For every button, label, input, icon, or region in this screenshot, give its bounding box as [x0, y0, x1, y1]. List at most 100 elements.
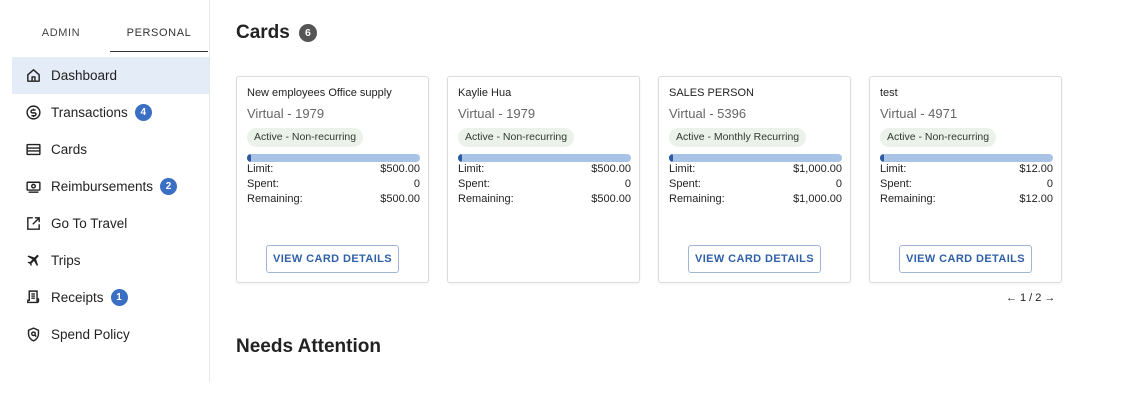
limit-value: $500.00: [591, 163, 631, 175]
airplane-icon: [24, 252, 42, 270]
view-card-details-button[interactable]: VIEW CARD DETAILS: [266, 245, 399, 273]
sidebar-item-label: Cards: [51, 142, 88, 157]
page-indicator: 1 / 2: [1020, 292, 1042, 304]
card-name: New employees Office supply: [247, 87, 392, 99]
shield-icon: [24, 326, 42, 344]
card-tile: test Virtual - 4971 Active - Non-recurri…: [869, 76, 1062, 283]
dollar-circle-icon: [24, 104, 42, 122]
spent-value: 0: [1046, 178, 1053, 190]
limit-label: Limit:: [247, 163, 274, 175]
remaining-label: Remaining:: [247, 193, 303, 205]
status-badge: Active - Non-recurring: [458, 128, 575, 147]
remaining-row: Remaining: $1,000.00: [669, 192, 842, 207]
receipt-icon: [24, 289, 42, 307]
role-tabs: ADMIN PERSONAL: [12, 14, 208, 52]
spend-progress-fill: [669, 154, 673, 162]
remaining-label: Remaining:: [669, 193, 725, 205]
card-type: Virtual - 1979: [247, 106, 325, 121]
sidebar: ADMIN PERSONAL Dashboard Transactions 4 …: [0, 0, 210, 382]
status-badge: Active - Monthly Recurring: [669, 128, 807, 147]
card-name: SALES PERSON: [669, 87, 754, 99]
spend-progress-bar: [669, 154, 842, 162]
spend-progress-fill: [247, 154, 251, 162]
limit-value: $500.00: [380, 163, 420, 175]
sidebar-item-label: Go To Travel: [51, 216, 128, 231]
sidebar-item-dashboard[interactable]: Dashboard: [12, 57, 209, 94]
next-page-button[interactable]: →: [1044, 292, 1055, 304]
sidebar-item-cards[interactable]: Cards: [12, 131, 209, 168]
limit-label: Limit:: [669, 163, 696, 175]
remaining-row: Remaining: $12.00: [880, 192, 1053, 207]
cards-list: New employees Office supply Virtual - 19…: [236, 76, 1062, 283]
card-tile: SALES PERSON Virtual - 5396 Active - Mon…: [658, 76, 851, 283]
cards-count-badge: 6: [298, 24, 317, 42]
limit-row: Limit: $500.00: [458, 162, 631, 177]
sidebar-item-reimbursements[interactable]: Reimbursements 2: [12, 168, 209, 205]
sidebar-item-receipts[interactable]: Receipts 1: [12, 279, 209, 316]
remaining-value: $1,000.00: [793, 193, 842, 205]
spent-label: Spent:: [880, 178, 912, 190]
spent-label: Spent:: [458, 178, 490, 190]
limit-value: $12.00: [1019, 163, 1053, 175]
transactions-count-badge: 4: [134, 104, 152, 121]
tab-personal[interactable]: PERSONAL: [110, 14, 208, 52]
spent-value: 0: [835, 178, 842, 190]
remaining-value: $500.00: [591, 193, 631, 205]
card-name: test: [880, 87, 898, 99]
needs-attention-heading: Needs Attention: [236, 336, 381, 357]
view-card-details-button[interactable]: VIEW CARD DETAILS: [688, 245, 821, 273]
receipts-count-badge: 1: [110, 289, 128, 306]
remaining-label: Remaining:: [458, 193, 514, 205]
remaining-label: Remaining:: [880, 193, 936, 205]
sidebar-item-label: Dashboard: [51, 68, 118, 83]
card-type: Virtual - 5396: [669, 106, 747, 121]
cash-icon: [24, 178, 42, 196]
card-type: Virtual - 1979: [458, 106, 536, 121]
card-name: Kaylie Hua: [458, 87, 512, 99]
home-icon: [24, 67, 42, 85]
sidebar-item-label: Transactions: [51, 105, 128, 120]
status-badge: Active - Non-recurring: [880, 128, 997, 147]
spent-row: Spent: 0: [880, 177, 1053, 192]
sidebar-item-label: Receipts: [51, 290, 104, 305]
external-link-icon: [24, 215, 42, 233]
spend-progress-bar: [247, 154, 420, 162]
spend-progress-fill: [458, 154, 462, 162]
spend-progress-bar: [458, 154, 631, 162]
spent-label: Spent:: [669, 178, 701, 190]
tab-admin[interactable]: ADMIN: [12, 14, 110, 52]
sidebar-item-label: Spend Policy: [51, 327, 130, 342]
sidebar-item-label: Trips: [51, 253, 81, 268]
reimbursements-count-badge: 2: [160, 178, 178, 195]
limit-label: Limit:: [880, 163, 907, 175]
remaining-row: Remaining: $500.00: [458, 192, 631, 207]
view-card-details-button[interactable]: VIEW CARD DETAILS: [899, 245, 1032, 273]
page-header: Cards 6: [236, 22, 317, 44]
limit-value: $1,000.00: [793, 163, 842, 175]
card-type: Virtual - 4971: [880, 106, 958, 121]
spent-row: Spent: 0: [669, 177, 842, 192]
status-badge: Active - Non-recurring: [247, 128, 364, 147]
sidebar-item-go-to-travel[interactable]: Go To Travel: [12, 205, 209, 242]
limit-row: Limit: $1,000.00: [669, 162, 842, 177]
prev-page-button[interactable]: ←: [1006, 292, 1017, 304]
limit-label: Limit:: [458, 163, 485, 175]
page-title: Cards: [236, 22, 290, 43]
cards-pagination: ← 1 / 2 →: [1006, 292, 1055, 304]
spent-row: Spent: 0: [247, 177, 420, 192]
limit-row: Limit: $500.00: [247, 162, 420, 177]
sidebar-item-label: Reimbursements: [51, 179, 154, 194]
sidebar-item-trips[interactable]: Trips: [12, 242, 209, 279]
card-tile: Kaylie Hua Virtual - 1979 Active - Non-r…: [447, 76, 640, 283]
spend-progress-bar: [880, 154, 1053, 162]
sidebar-nav: Dashboard Transactions 4 Cards Reimburse…: [12, 57, 209, 353]
sidebar-item-transactions[interactable]: Transactions 4: [12, 94, 209, 131]
spent-row: Spent: 0: [458, 177, 631, 192]
card-tile: New employees Office supply Virtual - 19…: [236, 76, 429, 283]
remaining-value: $500.00: [380, 193, 420, 205]
sidebar-item-spend-policy[interactable]: Spend Policy: [12, 316, 209, 353]
remaining-value: $12.00: [1019, 193, 1053, 205]
limit-row: Limit: $12.00: [880, 162, 1053, 177]
spent-value: 0: [624, 178, 631, 190]
spent-value: 0: [413, 178, 420, 190]
